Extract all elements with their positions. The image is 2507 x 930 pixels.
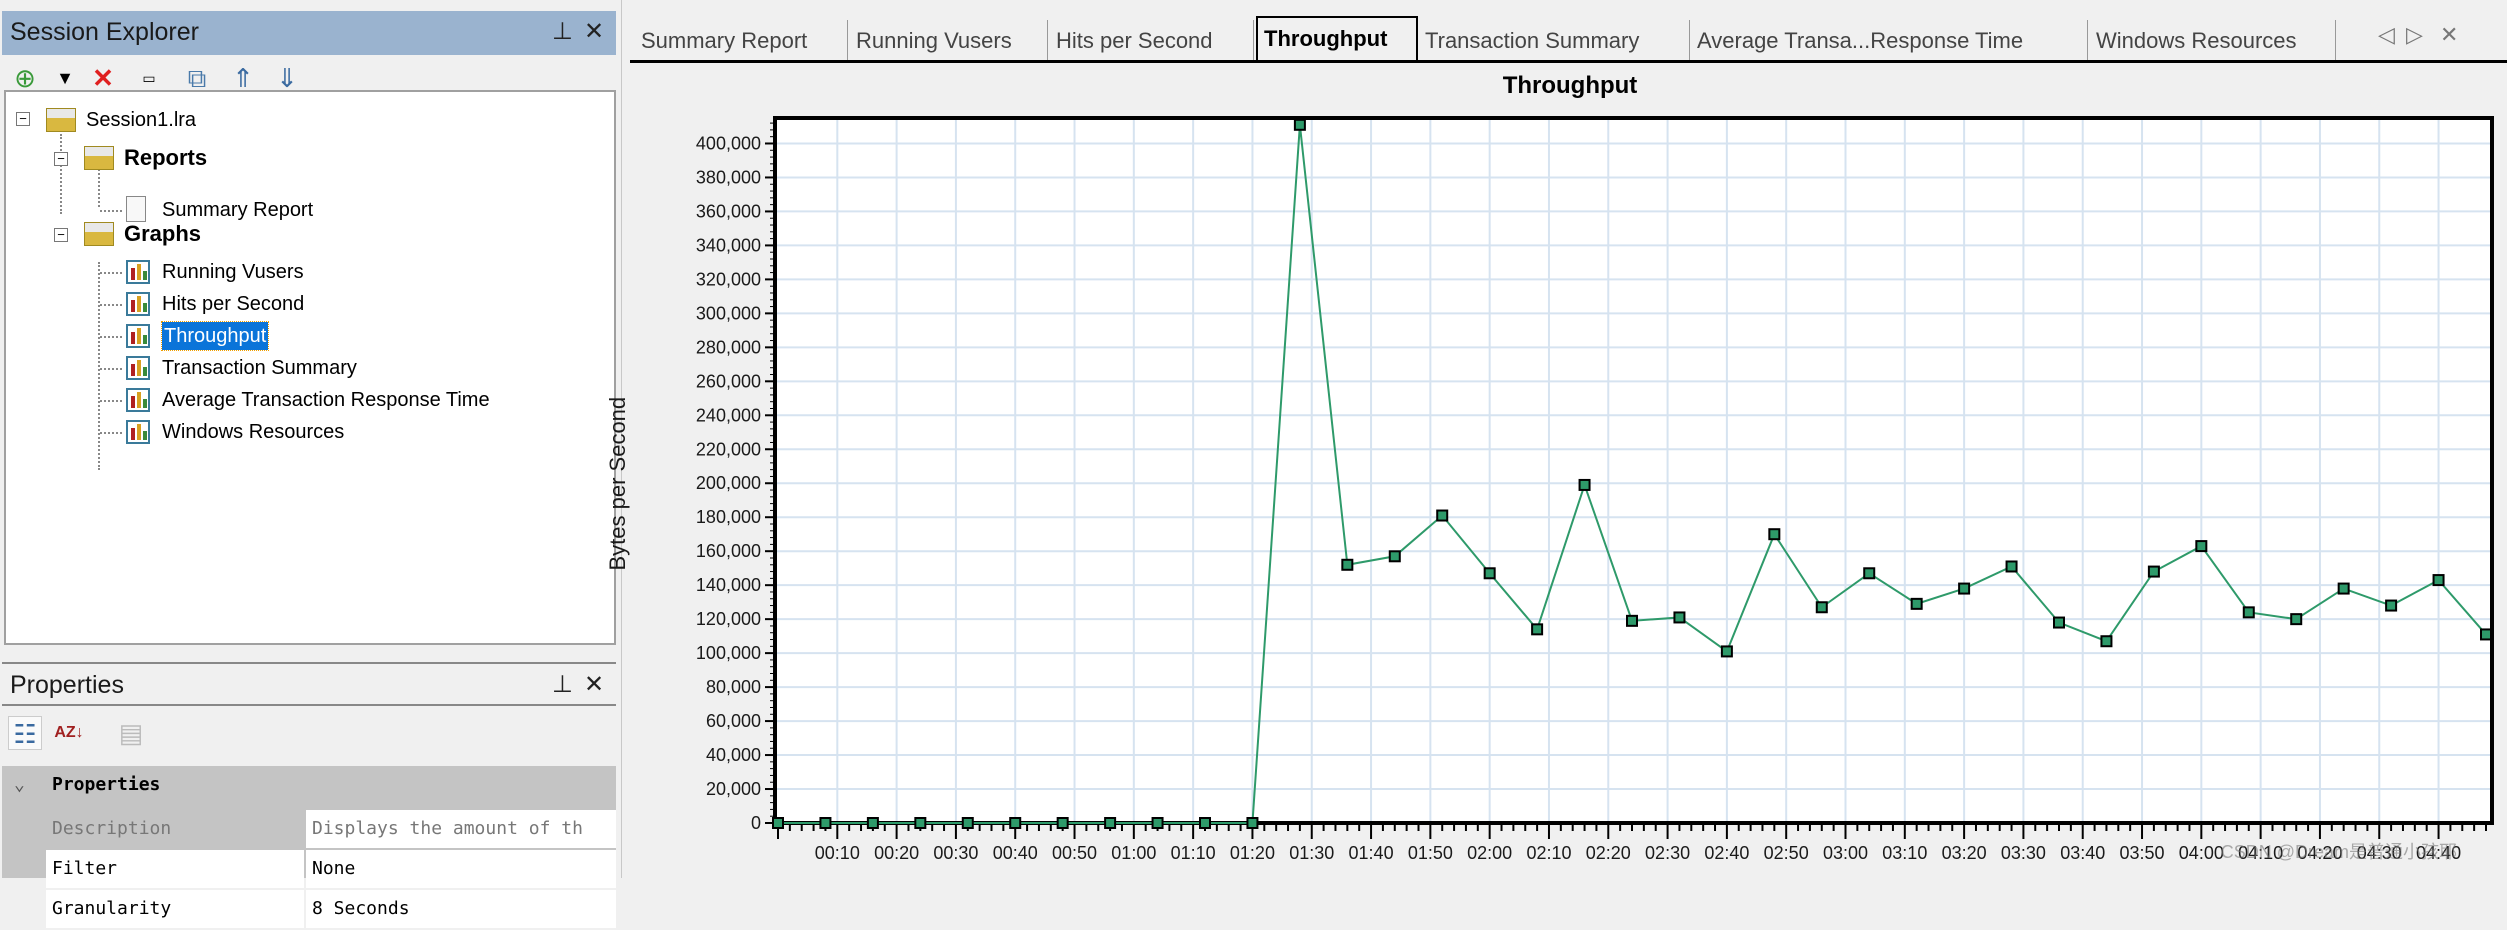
data-point (1910, 597, 1923, 610)
x-tick-label: 04:00 (2179, 843, 2224, 863)
y-tick-label: 100,000 (696, 643, 761, 663)
x-tick-label: 03:30 (2001, 843, 2046, 863)
x-tick-label: 03:20 (1942, 843, 1987, 863)
y-tick-label: 160,000 (696, 541, 761, 561)
x-tick-label: 02:10 (1526, 843, 1571, 863)
y-tick-label: 80,000 (706, 677, 761, 697)
x-tick-label: 01:30 (1289, 843, 1334, 863)
data-point (2432, 574, 2445, 587)
plot-area (775, 118, 2492, 823)
data-point (2195, 540, 2208, 553)
data-point (2242, 606, 2255, 619)
x-tick-label: 02:30 (1645, 843, 1690, 863)
y-tick-label: 220,000 (696, 439, 761, 459)
x-tick-label: 02:20 (1586, 843, 1631, 863)
property-label: Granularity (46, 890, 304, 928)
data-point (1009, 817, 1022, 829)
y-tick-label: 340,000 (696, 235, 761, 255)
watermark: CSDN @Dream是普通小孩耶 (2220, 842, 2457, 862)
x-tick-label: 01:50 (1408, 843, 1453, 863)
data-point (819, 817, 832, 829)
y-tick-label: 260,000 (696, 371, 761, 391)
data-point (961, 817, 974, 829)
x-tick-label: 00:40 (993, 843, 1038, 863)
y-tick-label: 400,000 (696, 133, 761, 153)
data-point (914, 817, 927, 829)
x-tick-label: 03:50 (2120, 843, 2165, 863)
data-point (1863, 567, 1876, 580)
y-axis-label: Bytes per Second (605, 397, 630, 571)
y-tick-label: 280,000 (696, 337, 761, 357)
data-point (1436, 509, 1449, 522)
x-tick-label: 03:10 (1882, 843, 1927, 863)
y-tick-label: 240,000 (696, 405, 761, 425)
x-tick-label: 02:50 (1764, 843, 1809, 863)
data-point (1199, 817, 1211, 829)
y-tick-label: 320,000 (696, 269, 761, 289)
y-tick-label: 40,000 (706, 745, 761, 765)
data-point (1958, 582, 1971, 595)
data-point (1293, 118, 1306, 131)
data-point (2053, 616, 2065, 629)
data-point (1246, 817, 1259, 829)
x-tick-label: 03:40 (2060, 843, 2105, 863)
x-tick-label: 00:30 (933, 843, 978, 863)
x-tick-label: 02:00 (1467, 843, 1512, 863)
data-point (2100, 635, 2113, 648)
x-tick-label: 01:10 (1171, 843, 1216, 863)
throughput-chart: 0 20,000 40,000 60,000 80,000 100,000 120,000 1… (605, 116, 2494, 863)
y-tick-label: 120,000 (696, 609, 761, 629)
x-tick-label: 02:40 (1704, 843, 1749, 863)
property-row[interactable]: Granularity 8 Seconds (46, 890, 616, 930)
data-point (2385, 599, 2398, 612)
data-point (1341, 558, 1354, 571)
data-point (1388, 550, 1401, 563)
y-tick-label: 380,000 (696, 167, 761, 187)
data-point (1104, 817, 1117, 829)
data-point (1768, 528, 1781, 541)
data-point (1151, 817, 1164, 829)
data-point (866, 817, 879, 829)
y-tick-label: 20,000 (706, 779, 761, 799)
y-tick-label: 60,000 (706, 711, 761, 731)
y-tick-label: 200,000 (696, 473, 761, 493)
y-tick-label: 0 (751, 813, 761, 833)
data-point (2005, 560, 2018, 573)
x-tick-label: 01:00 (1111, 843, 1156, 863)
data-point (1720, 645, 1733, 658)
x-tick-label: 01:40 (1349, 843, 1394, 863)
data-point (1815, 601, 1828, 614)
data-point (2337, 582, 2350, 595)
data-point (772, 817, 784, 829)
data-point (2290, 613, 2303, 626)
data-point (1578, 478, 1591, 491)
data-point (1626, 614, 1638, 627)
data-point (2480, 628, 2492, 641)
x-tick-label: 00:20 (874, 843, 919, 863)
x-tick-label: 00:50 (1052, 843, 1097, 863)
data-point (1056, 817, 1069, 829)
property-value[interactable]: 8 Seconds (306, 890, 616, 928)
y-tick-label: 360,000 (696, 201, 761, 221)
data-point (1673, 611, 1686, 624)
x-tick-label: 01:20 (1230, 843, 1275, 863)
y-tick-label: 140,000 (696, 575, 761, 595)
data-point (2147, 565, 2160, 578)
data-point (1483, 567, 1496, 580)
y-tick-label: 180,000 (696, 507, 761, 527)
data-point (1531, 623, 1544, 636)
x-tick-label: 03:00 (1823, 843, 1868, 863)
y-tick-label: 300,000 (696, 303, 761, 323)
x-tick-label: 00:10 (815, 843, 860, 863)
